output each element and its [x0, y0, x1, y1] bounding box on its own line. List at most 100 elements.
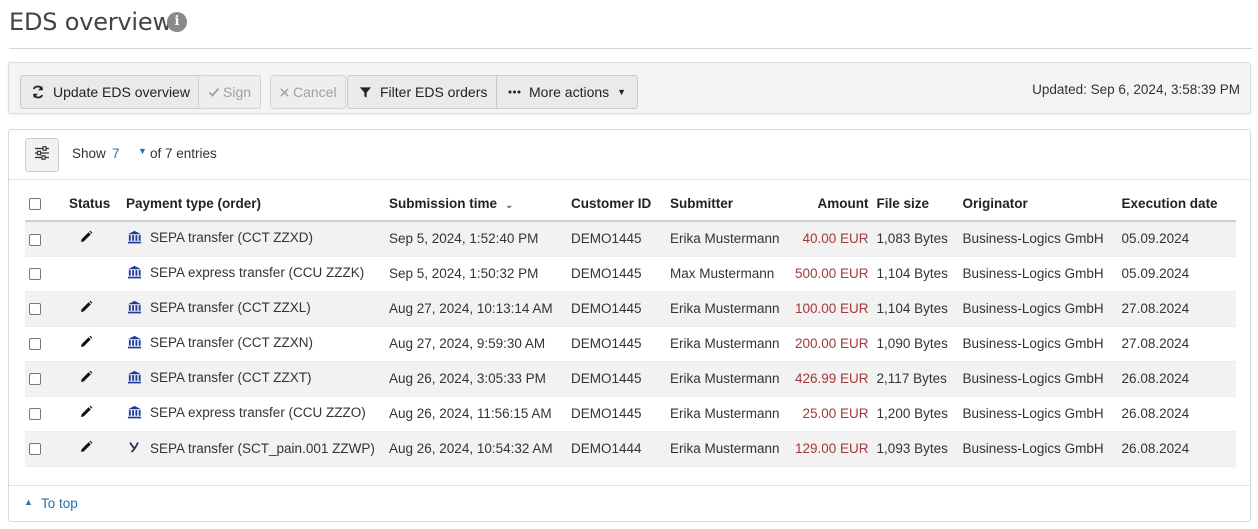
- page-size-select[interactable]: 7: [112, 146, 120, 161]
- row-checkbox[interactable]: [29, 443, 41, 456]
- pencil-icon[interactable]: [79, 335, 93, 352]
- pencil-icon[interactable]: [79, 405, 93, 422]
- execution-date: 05.09.2024: [1117, 256, 1236, 292]
- cancel-button[interactable]: Cancel: [270, 75, 346, 109]
- sign-label: Sign: [223, 84, 252, 100]
- caret-down-icon[interactable]: ▼: [138, 146, 147, 156]
- col-file-size[interactable]: File size: [872, 186, 959, 222]
- cancel-label: Cancel: [293, 84, 337, 100]
- originator: Business-Logics GmbH: [958, 256, 1118, 292]
- file-size: 1,093 Bytes: [872, 431, 959, 467]
- customer-id: DEMO1444: [567, 431, 666, 467]
- originator: Business-Logics GmbH: [958, 326, 1118, 362]
- amount: 100.00 EUR: [783, 291, 873, 327]
- col-execution-date[interactable]: Execution date: [1117, 186, 1236, 222]
- page-header: EDS overview i: [9, 0, 1252, 49]
- refresh-icon: [31, 85, 45, 99]
- col-amount[interactable]: Amount: [783, 186, 873, 222]
- select-all-header: [25, 186, 65, 222]
- row-select-cell: [25, 256, 65, 292]
- row-checkbox[interactable]: [29, 408, 41, 421]
- row-checkbox[interactable]: [29, 373, 41, 386]
- execution-date: 26.08.2024: [1117, 431, 1236, 467]
- sort-desc-icon: ⌄: [505, 199, 514, 211]
- payment-type: SEPA transfer (CCT ZZXD): [150, 230, 314, 246]
- pencil-icon[interactable]: [79, 440, 93, 457]
- info-icon[interactable]: i: [167, 12, 187, 32]
- submitter: Erika Mustermann: [666, 221, 784, 257]
- table-row[interactable]: SEPA express transfer (CCU ZZZK) Sep 5, 2…: [25, 256, 1236, 292]
- submission-time: Sep 5, 2024, 1:52:40 PM: [385, 221, 567, 257]
- submission-time: Aug 27, 2024, 9:59:30 AM: [385, 326, 567, 362]
- y-icon: [126, 441, 142, 456]
- table-row[interactable]: SEPA transfer (SCT_pain.001 ZZWP) Aug 26,…: [25, 431, 1236, 467]
- bank-icon: [126, 370, 142, 387]
- col-submission-time[interactable]: Submission time ⌄: [385, 186, 567, 222]
- payment-type: SEPA transfer (CCT ZZXT): [150, 370, 312, 386]
- sign-button[interactable]: Sign: [198, 75, 262, 109]
- pencil-icon[interactable]: [79, 370, 93, 387]
- status-cell: [65, 431, 122, 467]
- status-cell: [65, 326, 122, 362]
- payment-type-cell: SEPA express transfer (CCU ZZZO): [122, 396, 385, 432]
- pencil-icon[interactable]: [79, 300, 93, 317]
- col-payment-type[interactable]: Payment type (order): [122, 186, 385, 222]
- submitter: Erika Mustermann: [666, 431, 784, 467]
- customer-id: DEMO1445: [567, 291, 666, 327]
- table-row[interactable]: SEPA transfer (CCT ZZXN) Aug 27, 2024, 9:…: [25, 326, 1236, 362]
- updated-timestamp: Updated: Sep 6, 2024, 3:58:39 PM: [1032, 82, 1240, 97]
- execution-date: 27.08.2024: [1117, 326, 1236, 362]
- execution-date: 26.08.2024: [1117, 361, 1236, 397]
- to-top-link[interactable]: To top: [41, 496, 78, 511]
- execution-date: 27.08.2024: [1117, 291, 1236, 327]
- file-size: 1,090 Bytes: [872, 326, 959, 362]
- originator: Business-Logics GmbH: [958, 221, 1118, 257]
- update-eds-overview-button[interactable]: Update EDS overview: [20, 75, 201, 109]
- payment-type-cell: SEPA transfer (CCT ZZXL): [122, 291, 385, 327]
- originator: Business-Logics GmbH: [958, 431, 1118, 467]
- divider: [9, 179, 1250, 180]
- file-size: 2,117 Bytes: [872, 361, 959, 397]
- col-submitter[interactable]: Submitter: [666, 186, 784, 222]
- amount: 426.99 EUR: [783, 361, 873, 397]
- row-checkbox[interactable]: [29, 338, 41, 351]
- update-label: Update EDS overview: [53, 84, 190, 100]
- col-customer-id[interactable]: Customer ID: [567, 186, 666, 222]
- payment-type: SEPA express transfer (CCU ZZZK): [150, 265, 365, 281]
- select-all-checkbox[interactable]: [29, 197, 41, 210]
- table-row[interactable]: SEPA transfer (CCT ZZXL) Aug 27, 2024, 10…: [25, 291, 1236, 327]
- originator: Business-Logics GmbH: [958, 361, 1118, 397]
- submission-time: Aug 26, 2024, 3:05:33 PM: [385, 361, 567, 397]
- row-select-cell: [25, 396, 65, 432]
- amount: 129.00 EUR: [783, 431, 873, 467]
- row-select-cell: [25, 326, 65, 362]
- table-row[interactable]: SEPA transfer (CCT ZZXT) Aug 26, 2024, 3:…: [25, 361, 1236, 397]
- customer-id: DEMO1445: [567, 361, 666, 397]
- filter-eds-orders-button[interactable]: Filter EDS orders: [347, 75, 500, 109]
- submission-time: Aug 27, 2024, 10:13:14 AM: [385, 291, 567, 327]
- payment-type-cell: SEPA transfer (CCT ZZXN): [122, 326, 385, 362]
- submission-time: Aug 26, 2024, 10:54:32 AM: [385, 431, 567, 467]
- panel-footer: ▲ To top: [9, 485, 1250, 521]
- chevron-down-icon: ▼: [617, 87, 627, 97]
- amount: 40.00 EUR: [783, 221, 873, 257]
- submitter: Erika Mustermann: [666, 396, 784, 432]
- entries-count: of 7 entries: [150, 146, 217, 161]
- amount: 500.00 EUR: [783, 256, 873, 292]
- row-checkbox[interactable]: [29, 268, 41, 281]
- row-checkbox[interactable]: [29, 303, 41, 316]
- more-actions-button[interactable]: More actions ▼: [496, 75, 639, 109]
- col-status[interactable]: Status: [65, 186, 122, 222]
- amount: 25.00 EUR: [783, 396, 873, 432]
- col-originator[interactable]: Originator: [958, 186, 1118, 222]
- caret-up-icon: ▲: [24, 497, 33, 507]
- column-settings-button[interactable]: [25, 138, 59, 172]
- originator: Business-Logics GmbH: [958, 396, 1118, 432]
- file-size: 1,104 Bytes: [872, 256, 959, 292]
- payment-type: SEPA express transfer (CCU ZZZO): [150, 405, 366, 421]
- table-row[interactable]: SEPA express transfer (CCU ZZZO) Aug 26, …: [25, 396, 1236, 432]
- row-checkbox[interactable]: [29, 233, 41, 246]
- file-size: 1,083 Bytes: [872, 221, 959, 257]
- table-row[interactable]: SEPA transfer (CCT ZZXD) Sep 5, 2024, 1:5…: [25, 221, 1236, 257]
- pencil-icon[interactable]: [79, 230, 93, 247]
